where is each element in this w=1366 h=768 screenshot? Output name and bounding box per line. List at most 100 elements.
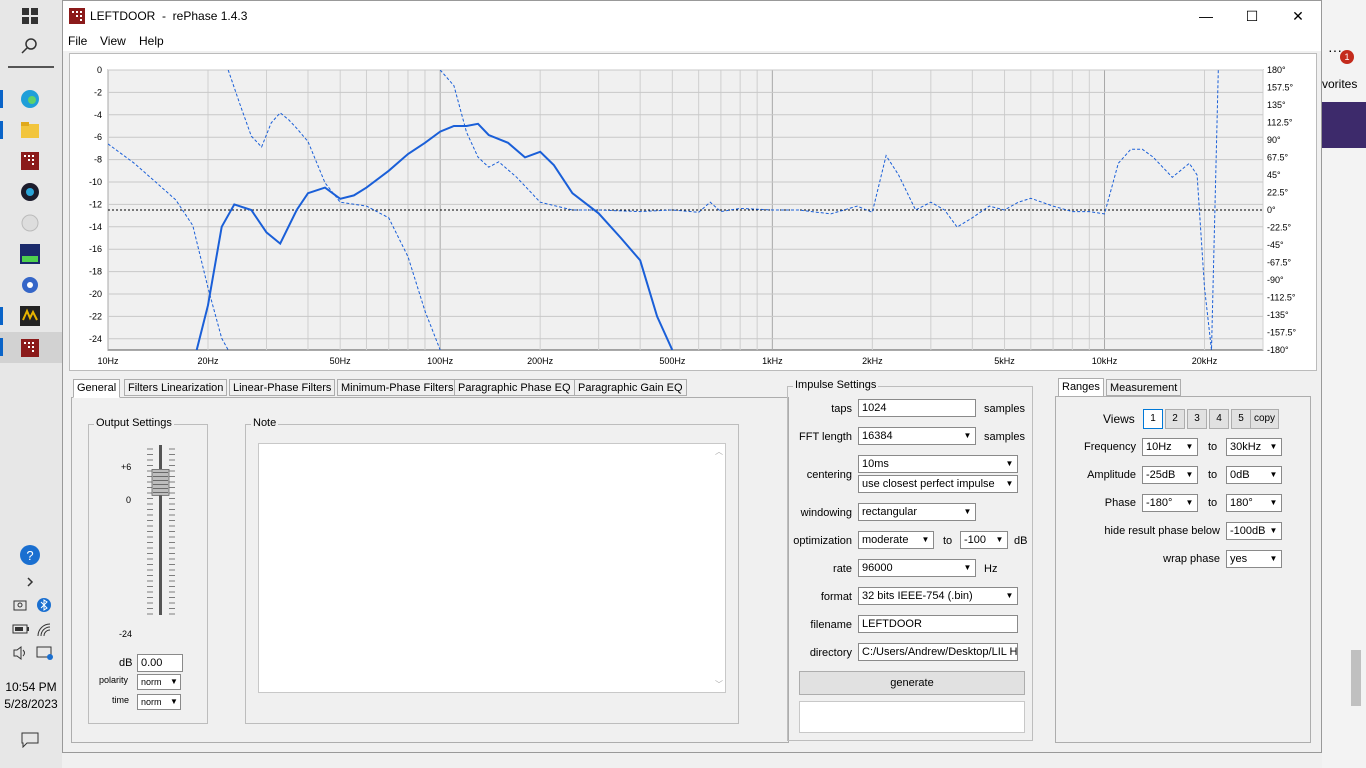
polarity-label: polarity [99,675,129,685]
note-textarea[interactable]: ︿ ﹀ [258,443,726,693]
running-indicator [0,90,3,108]
view-button-4[interactable]: 4 [1209,409,1229,429]
speaker-icon[interactable] [12,645,30,663]
menu-file[interactable]: File [68,34,87,48]
y-right-tick-label: 22.5° [1267,188,1289,198]
amplitude-to-select[interactable]: 0dB ▼ [1226,466,1282,484]
view-button-1[interactable]: 1 [1143,409,1163,429]
minimize-button[interactable]: — [1183,1,1229,31]
tab-minimum-phase-filters[interactable]: Minimum-Phase Filters [337,379,458,396]
maximize-button[interactable]: ☐ [1229,1,1275,31]
help-icon[interactable]: ? [18,543,42,567]
hide-phase-select[interactable]: -100dB ▼ [1226,522,1282,540]
search-icon[interactable] [18,34,42,58]
rephase-app-icon[interactable] [18,336,42,360]
fft-length-label: FFT length [799,431,852,443]
y-right-tick-label: -135° [1267,310,1289,320]
optimization-select[interactable]: moderate ▼ [858,531,934,549]
centering-select[interactable]: 10ms ▼ [858,455,1018,473]
tuning-app-icon[interactable] [18,273,42,297]
y-right-tick-label: -157.5° [1267,328,1297,338]
y-right-tick-label: 180° [1267,65,1286,75]
voicemeeter-icon[interactable] [18,304,42,328]
chevron-down-icon: ▼ [960,504,975,520]
y-right-tick-label: 157.5° [1267,83,1294,93]
chevron-down-icon: ▼ [1002,588,1017,604]
amplitude-from-select[interactable]: -25dB ▼ [1142,466,1198,484]
gain-slider[interactable] [135,441,187,671]
generate-button[interactable]: generate [799,671,1025,695]
wifi-icon[interactable] [36,622,54,640]
time-select[interactable]: norm ▼ [137,694,181,710]
phase-from-select[interactable]: -180° ▼ [1142,494,1198,512]
y-left-tick-label: 0 [97,65,102,75]
notification-center-icon[interactable] [18,728,42,752]
fft-length-select[interactable]: 16384 ▼ [858,427,976,445]
media-player-icon[interactable] [18,180,42,204]
wrap-phase-label: wrap phase [1163,553,1220,565]
rate-select[interactable]: 96000 ▼ [858,559,976,577]
scroll-down-icon[interactable]: ﹀ [715,679,723,690]
polarity-select[interactable]: norm ▼ [137,674,181,690]
bluetooth-icon[interactable] [36,597,54,615]
menu-bar: File View Help [63,31,1321,51]
optimization-value: moderate [862,534,909,546]
file-explorer-icon[interactable] [18,118,42,142]
chevron-down-icon: ▼ [168,675,180,689]
menu-help[interactable]: Help [139,34,164,48]
edge-browser-icon[interactable] [18,87,42,111]
display-settings-icon[interactable] [36,645,54,663]
chevron-down-icon: ▼ [918,532,933,548]
note-title: Note [251,417,279,429]
tab-linear-phase-filters[interactable]: Linear-Phase Filters [229,379,336,396]
obs-icon[interactable] [18,211,42,235]
frequency-to-select[interactable]: 30kHz ▼ [1226,438,1282,456]
title-bar[interactable]: LEFTDOOR - rePhase 1.4.3 — ☐ ✕ [63,1,1321,31]
centering-mode-select[interactable]: use closest perfect impulse ▼ [858,475,1018,493]
format-select[interactable]: 32 bits IEEE-754 (.bin) ▼ [858,587,1018,605]
battery-icon[interactable] [12,622,30,640]
app-window: LEFTDOOR - rePhase 1.4.3 — ☐ ✕ File View… [62,0,1322,753]
rate-unit: Hz [984,563,998,575]
tab-paragraphic-gain-eq[interactable]: Paragraphic Gain EQ [574,379,687,396]
view-button-3[interactable]: 3 [1187,409,1207,429]
tab-paragraphic-phase-eq[interactable]: Paragraphic Phase EQ [454,379,575,396]
centering-value: 10ms [862,458,889,470]
frequency-from-select[interactable]: 10Hz ▼ [1142,438,1198,456]
directory-field[interactable]: C:/Users/Andrew/Desktop/LIL H [858,643,1018,661]
response-chart[interactable]: 0 -2 -4 -6 -8 -10 -12 -14 -16 -18 -20 -22 -24 180° 157… [69,53,1317,371]
scrollbar-thumb[interactable] [1351,650,1361,706]
tab-measurement[interactable]: Measurement [1106,379,1182,396]
windowing-select[interactable]: rectangular ▼ [858,503,976,521]
chevron-right-icon[interactable] [18,570,42,594]
filename-field[interactable]: LEFTDOOR [858,615,1018,633]
db-label: dB [119,657,133,669]
slider-zero-label: 0 [126,495,132,505]
tab-general[interactable]: General [73,379,121,398]
wrap-phase-value: yes [1230,553,1248,565]
scroll-up-icon[interactable]: ︿ [715,446,723,457]
clock-date[interactable]: 5/28/2023 [0,697,62,711]
taps-field[interactable]: 1024 [858,399,976,417]
view-button-5[interactable]: 5 [1231,409,1251,429]
clock-time[interactable]: 10:54 PM [0,680,62,694]
windows-start-icon[interactable] [18,4,42,28]
optimization-db-select[interactable]: -100 ▼ [960,531,1008,549]
close-button[interactable]: ✕ [1275,1,1321,31]
menu-view[interactable]: View [100,34,126,48]
amplitude-label: Amplitude [1087,469,1136,481]
x-tick-label: 5kHz [994,356,1015,366]
tab-filters-linearization[interactable]: Filters Linearization [124,379,228,396]
copy-button[interactable]: copy [1250,409,1279,429]
tab-ranges[interactable]: Ranges [1058,378,1104,397]
chevron-down-icon: ▼ [1182,495,1197,511]
rew-icon[interactable] [18,242,42,266]
phase-to-label: to [1208,497,1218,509]
view-button-2[interactable]: 2 [1165,409,1185,429]
camera-icon[interactable] [12,597,30,615]
db-value-field[interactable]: 0.00 [137,654,183,672]
rephase-app-icon[interactable] [18,149,42,173]
y-right-tick-label: -90° [1267,275,1284,285]
phase-to-select[interactable]: 180° ▼ [1226,494,1282,512]
wrap-phase-select[interactable]: yes ▼ [1226,550,1282,568]
